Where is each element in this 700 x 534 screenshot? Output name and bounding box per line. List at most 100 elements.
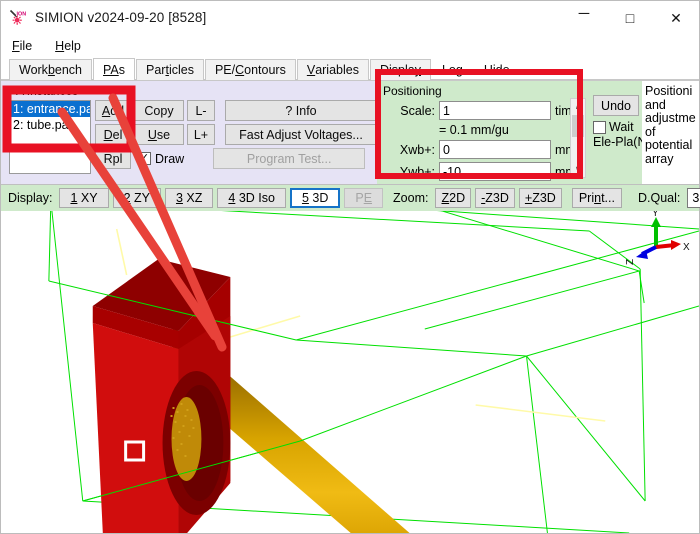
zoom-in-3d-button[interactable]: + Z3D [518,188,562,208]
tab-strip: Work b ench PA s Par t icles PE/Contours Vari… [1,58,699,80]
axis-x: X [655,240,690,253]
description-line: array [645,151,674,166]
checkbox-icon [593,120,606,134]
description-line: Positioni [645,84,693,98]
view-3d-iso-button[interactable]: 4 3D Iso [217,188,286,208]
pa-instances-list[interactable]: 1: entrance.pa0 2: tube.pa [9,100,91,174]
view-zy-button[interactable]: 2 ZY [112,188,161,208]
info-button[interactable]: ? Info [225,100,377,121]
maximize-button[interactable]: □ [607,1,653,34]
undo-panel: Undo Wait Ele-Pla(No [590,81,653,184]
simion-app-icon: ION [9,9,27,27]
entrance-electrode [92,259,231,533]
add-button[interactable]: Add [95,100,131,121]
list-item[interactable]: 1: entrance.pa0 [10,101,90,117]
view-3d-button[interactable]: 5 3D [289,188,341,208]
scrollbar-thumb[interactable] [572,115,584,137]
positioning-scrollbar[interactable]: ∧ ∨ [570,98,586,178]
svg-text:ION: ION [17,11,27,17]
pa-settings-row: PA Instances 1: entrance.pa0 2: tube.pa … [1,80,699,184]
ywb-input[interactable]: -10 [439,162,551,181]
description-line: potential [645,138,693,152]
pa-instances-label: PA Instances [9,84,79,98]
ywb-row: Ywb+: -10 mm [383,161,590,182]
display-label: Display: [8,191,53,205]
description-panel: Positioni and adjustme of potential arra… [642,81,699,184]
menu-bar: File Help [1,34,699,58]
tab-hide[interactable]: Hide [474,59,520,80]
axis-x-label: X [683,242,690,253]
delete-button[interactable]: Del [95,124,131,145]
scale-input[interactable]: 1 [439,101,551,120]
menu-file[interactable]: File [10,37,41,55]
minimize-button[interactable]: ─ [561,1,607,34]
tab-particles[interactable]: Par t icles [136,59,204,80]
viewport-3d[interactable]: Y X Z [1,211,699,533]
positioning-label: Positioning [383,84,442,98]
undo-button[interactable]: Undo [593,95,639,116]
pa-instances-panel: PA Instances 1: entrance.pa0 2: tube.pa … [1,81,377,184]
xwb-input[interactable]: 0 [439,140,551,159]
zoom-2d-button[interactable]: Z 2D [435,188,472,208]
zoom-out-3d-button[interactable]: - Z3D [475,188,515,208]
description-line: adjustme [645,111,696,125]
dqual-stepper[interactable]: 3 ▲ ▼ [687,188,700,208]
tab-workbench[interactable]: Work b ench [9,59,92,80]
positioning-panel: Positioning Scale: 1 times = 0.1 mm/gu X… [377,81,590,184]
fast-adjust-voltages-button[interactable]: Fast Adjust Voltages... [225,124,377,145]
description-line: and [645,97,666,112]
layer-minus-button[interactable]: L- [187,100,215,121]
draw-checkbox[interactable]: ✓ Draw [138,148,184,169]
window-title: SIMION v2024-09-20 [8528] [35,10,207,25]
tab-pas[interactable]: PA s [93,58,135,80]
viewport-render [48,211,699,533]
zoom-label: Zoom: [393,191,429,205]
program-test-button[interactable]: Program Test... [213,148,366,169]
xwb-label: Xwb+: [399,142,435,157]
tab-pe-contours[interactable]: PE/Contours [204,59,296,80]
axis-z-label: Z [625,259,636,265]
view-xy-button[interactable]: 1 XY [59,188,109,208]
axis-y: Y [651,211,661,247]
simion-window: ION SIMION v2024-09-20 [8528] ─ □ ✕ File… [0,0,700,534]
scale-label: Scale: [400,103,435,118]
close-button[interactable]: ✕ [653,1,699,34]
ywb-label: Ywb+: [399,164,435,179]
layer-plus-button[interactable]: L+ [187,124,215,145]
view-xz-button[interactable]: 3 XZ [164,188,214,208]
copy-button[interactable]: Copy [134,100,184,121]
simion-icon-glyph: ION [9,9,27,25]
wait-label: Wait [609,120,634,134]
axis-z: Z [625,245,657,265]
draw-label: Draw [155,151,185,166]
scale-row: Scale: 1 times [383,100,590,121]
display-toolbar: Display: 1 XY 2 ZY 3 XZ 4 3D Iso 5 3D PE… [1,184,700,211]
xwb-row: Xwb+: 0 mm [383,139,590,160]
use-button[interactable]: Use [134,124,184,145]
checkbox-icon: ✓ [138,152,151,165]
tab-variables[interactable]: Variables [296,59,369,80]
close-icon: ✕ [670,9,682,26]
scroll-down-icon[interactable]: ∨ [571,162,585,177]
tab-log[interactable]: Lo g [432,59,473,80]
pa-buttons: Add Copy L- ? Info Del Use L+ Fast Adjus… [95,100,377,174]
scroll-up-icon[interactable]: ∧ [571,99,585,114]
dqual-value[interactable]: 3 [688,189,700,207]
view-pe-button[interactable]: PE [344,188,384,208]
replace-button[interactable]: Rpl [95,148,131,169]
axis-gizmo: Y X Z [625,211,690,265]
tab-display[interactable]: Displa y [369,59,431,80]
axis-y-label: Y [652,211,659,219]
trajectory-segment [115,228,128,276]
dqual-label: D.Qual: [637,191,681,205]
window-controls: ─ □ ✕ [561,1,699,34]
menu-help[interactable]: Help [53,37,90,55]
list-item[interactable]: 2: tube.pa [10,117,90,133]
scale-note: = 0.1 mm/gu [439,123,509,137]
description-line: of [645,124,656,139]
print-button[interactable]: Pri n t... [571,188,622,208]
minimize-icon: ─ [578,5,590,22]
maximize-icon: □ [625,9,635,26]
wait-checkbox[interactable]: Wait [593,120,634,134]
title-bar: ION SIMION v2024-09-20 [8528] ─ □ ✕ [1,1,699,34]
